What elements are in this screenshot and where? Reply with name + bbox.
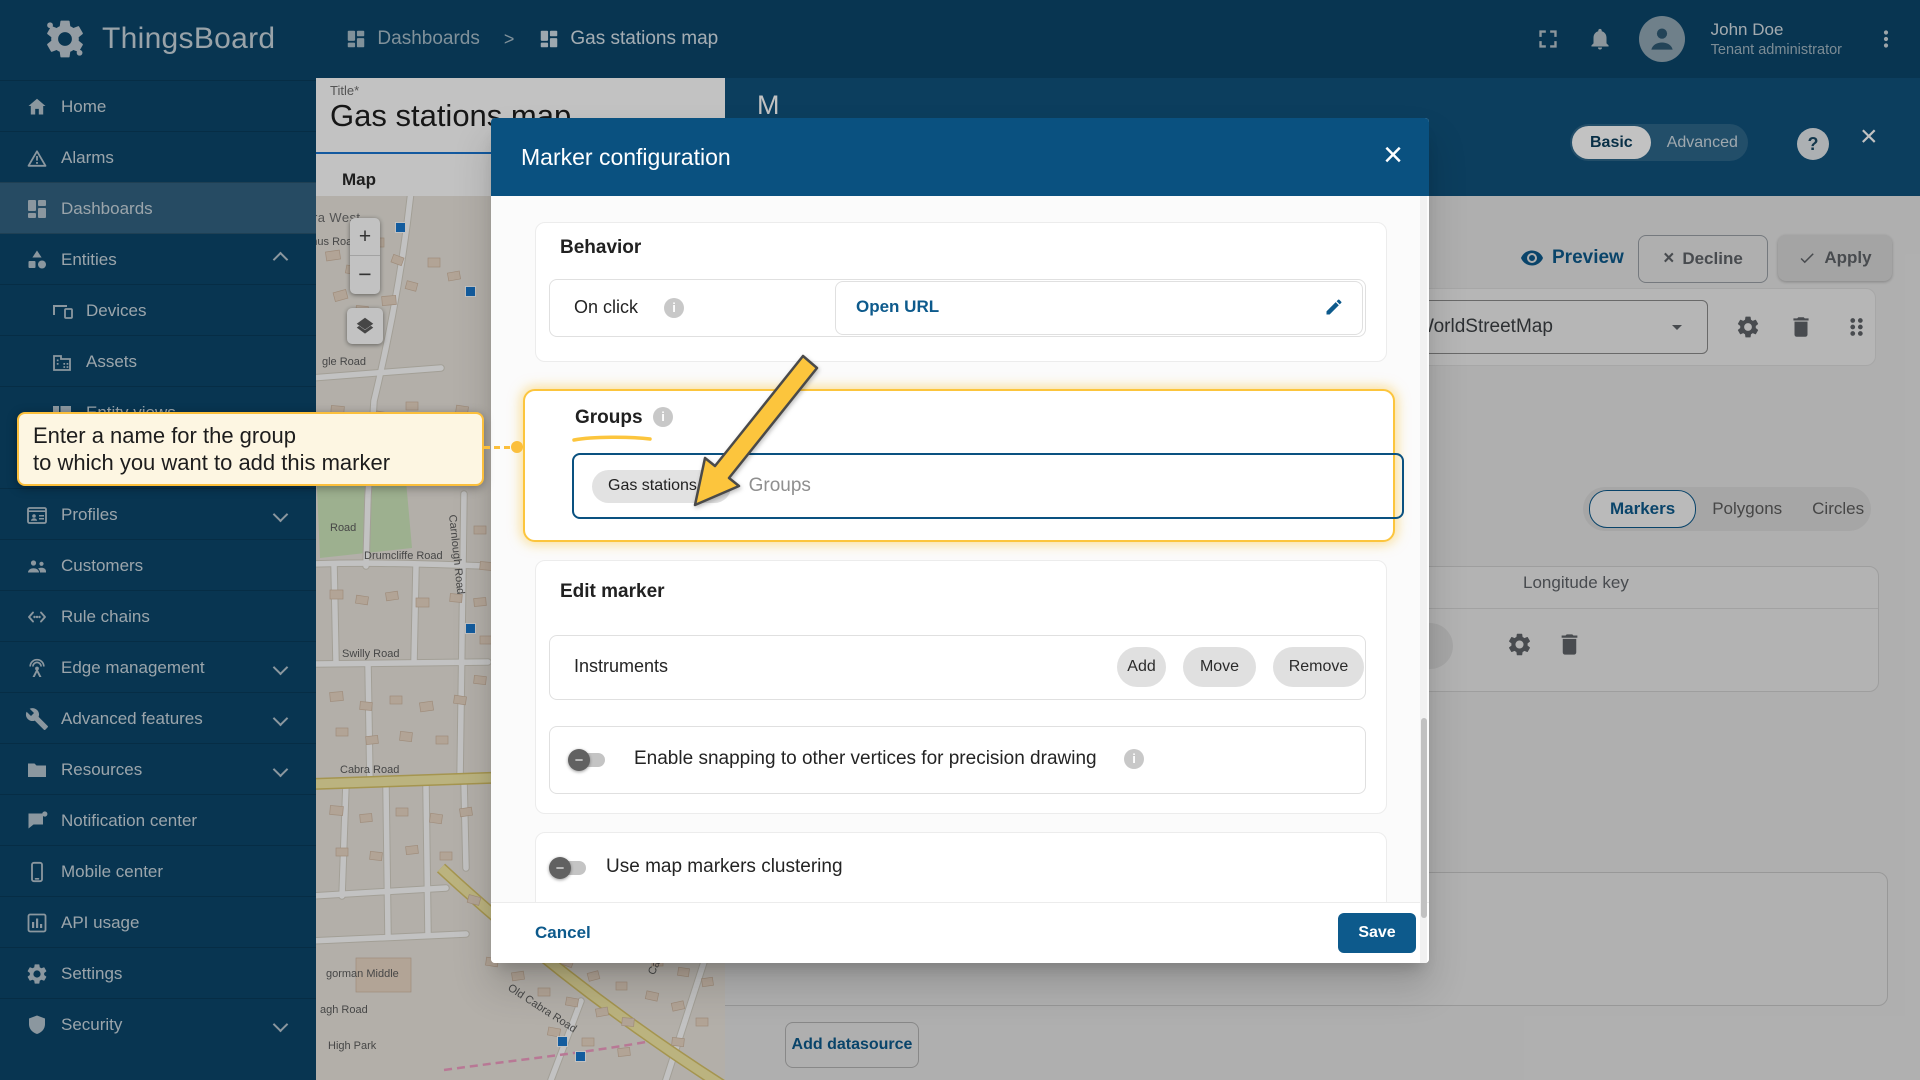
dialog-scrollbar[interactable] (1420, 196, 1427, 963)
hint-connector (484, 446, 510, 449)
toggle-off-icon: − (568, 749, 590, 771)
edit-marker-heading: Edit marker (560, 581, 665, 603)
move-button[interactable]: Move (1183, 647, 1256, 687)
dialog-footer: Cancel Save (491, 902, 1429, 963)
hint-line-1: Enter a name for the group (33, 422, 468, 449)
snapping-toggle[interactable]: − (568, 749, 608, 771)
info-icon[interactable]: i (664, 298, 684, 318)
hint-line-2: to which you want to add this marker (33, 449, 468, 476)
on-click-label: On click (574, 297, 638, 318)
thingsboard-app: ThingsBoard Dashboards > Gas stations ma… (0, 0, 1920, 1080)
remove-button[interactable]: Remove (1273, 647, 1364, 687)
snapping-label: Enable snapping to other vertices for pr… (634, 748, 1097, 770)
instruments-label: Instruments (574, 656, 668, 677)
snapping-row: − Enable snapping to other vertices for … (549, 726, 1366, 794)
toggle-off-icon: − (549, 857, 571, 879)
hint-tooltip: Enter a name for the group to which you … (17, 412, 484, 486)
clustering-toggle[interactable]: − (549, 857, 589, 879)
dialog-title: Marker configuration (521, 144, 731, 171)
clustering-label: Use map markers clustering (606, 856, 843, 878)
scrollbar-thumb[interactable] (1421, 718, 1427, 918)
info-icon[interactable]: i (1124, 749, 1144, 769)
hint-underline (571, 435, 653, 443)
hint-connector-dot (511, 441, 523, 453)
close-dialog-icon[interactable]: × (1383, 138, 1403, 172)
groups-heading: Groups (575, 407, 643, 429)
on-click-action-field[interactable]: Open URL (835, 281, 1363, 335)
dialog-header: Marker configuration × (491, 118, 1429, 196)
behavior-heading: Behavior (560, 237, 641, 259)
marker-configuration-dialog: Marker configuration × Behavior On click… (491, 118, 1429, 963)
save-button[interactable]: Save (1338, 913, 1416, 953)
action-value: Open URL (856, 297, 939, 317)
cancel-button[interactable]: Cancel (535, 923, 591, 943)
hint-arrow (650, 340, 870, 540)
add-button[interactable]: Add (1117, 647, 1166, 687)
edit-pencil-icon[interactable] (1324, 297, 1344, 317)
